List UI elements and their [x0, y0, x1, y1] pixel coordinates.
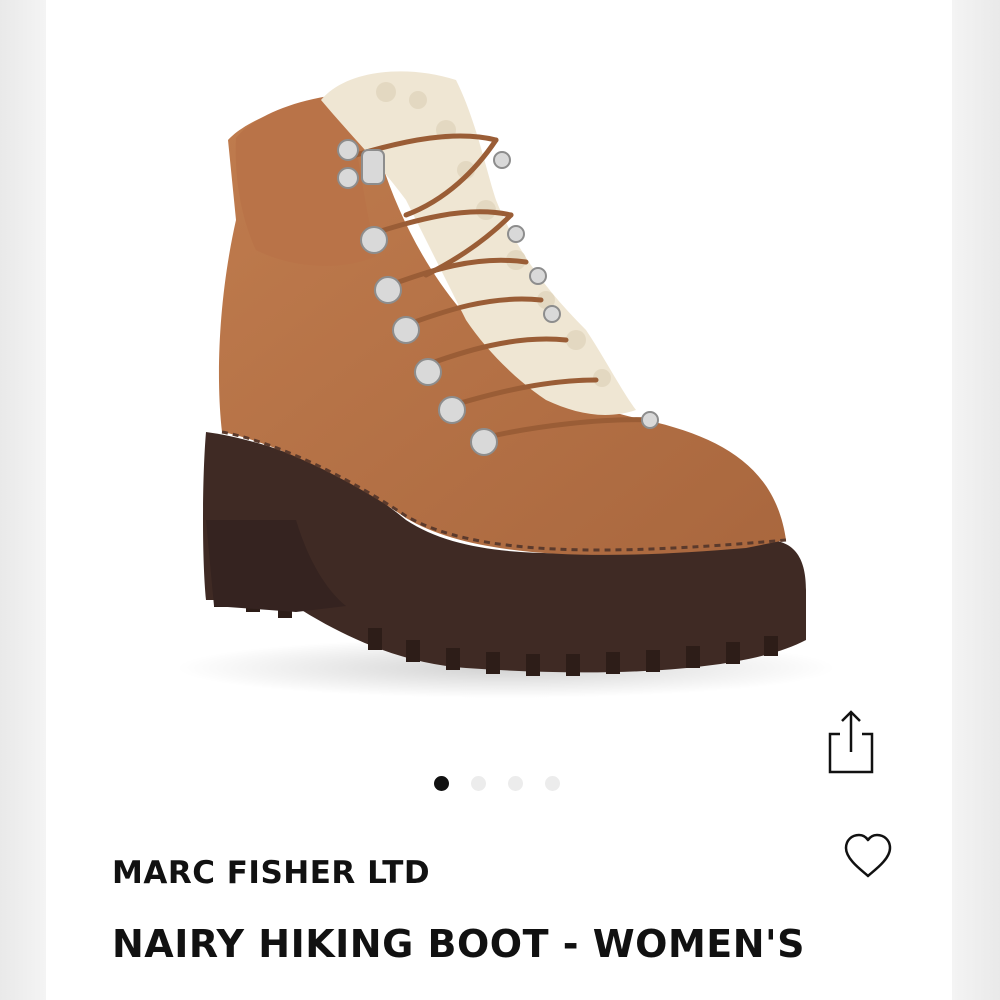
product-brand[interactable]: MARC FISHER LTD	[112, 855, 430, 891]
share-button[interactable]	[826, 708, 876, 774]
carousel-dot-4[interactable]	[545, 775, 560, 791]
wishlist-button[interactable]	[840, 830, 896, 882]
product-image[interactable]	[46, 0, 952, 740]
carousel-dot-3[interactable]	[508, 775, 523, 791]
share-icon	[828, 710, 874, 774]
heart-icon	[844, 833, 892, 878]
product-page: MARC FISHER LTD NAIRY HIKING BOOT - WOME…	[46, 0, 952, 1000]
right-gutter	[952, 0, 1000, 1000]
image-carousel-pager	[434, 774, 560, 792]
carousel-dot-2[interactable]	[471, 775, 486, 791]
carousel-dot-1[interactable]	[434, 775, 449, 791]
left-gutter	[0, 0, 46, 1000]
product-title: NAIRY HIKING BOOT - WOMEN'S	[112, 922, 806, 966]
